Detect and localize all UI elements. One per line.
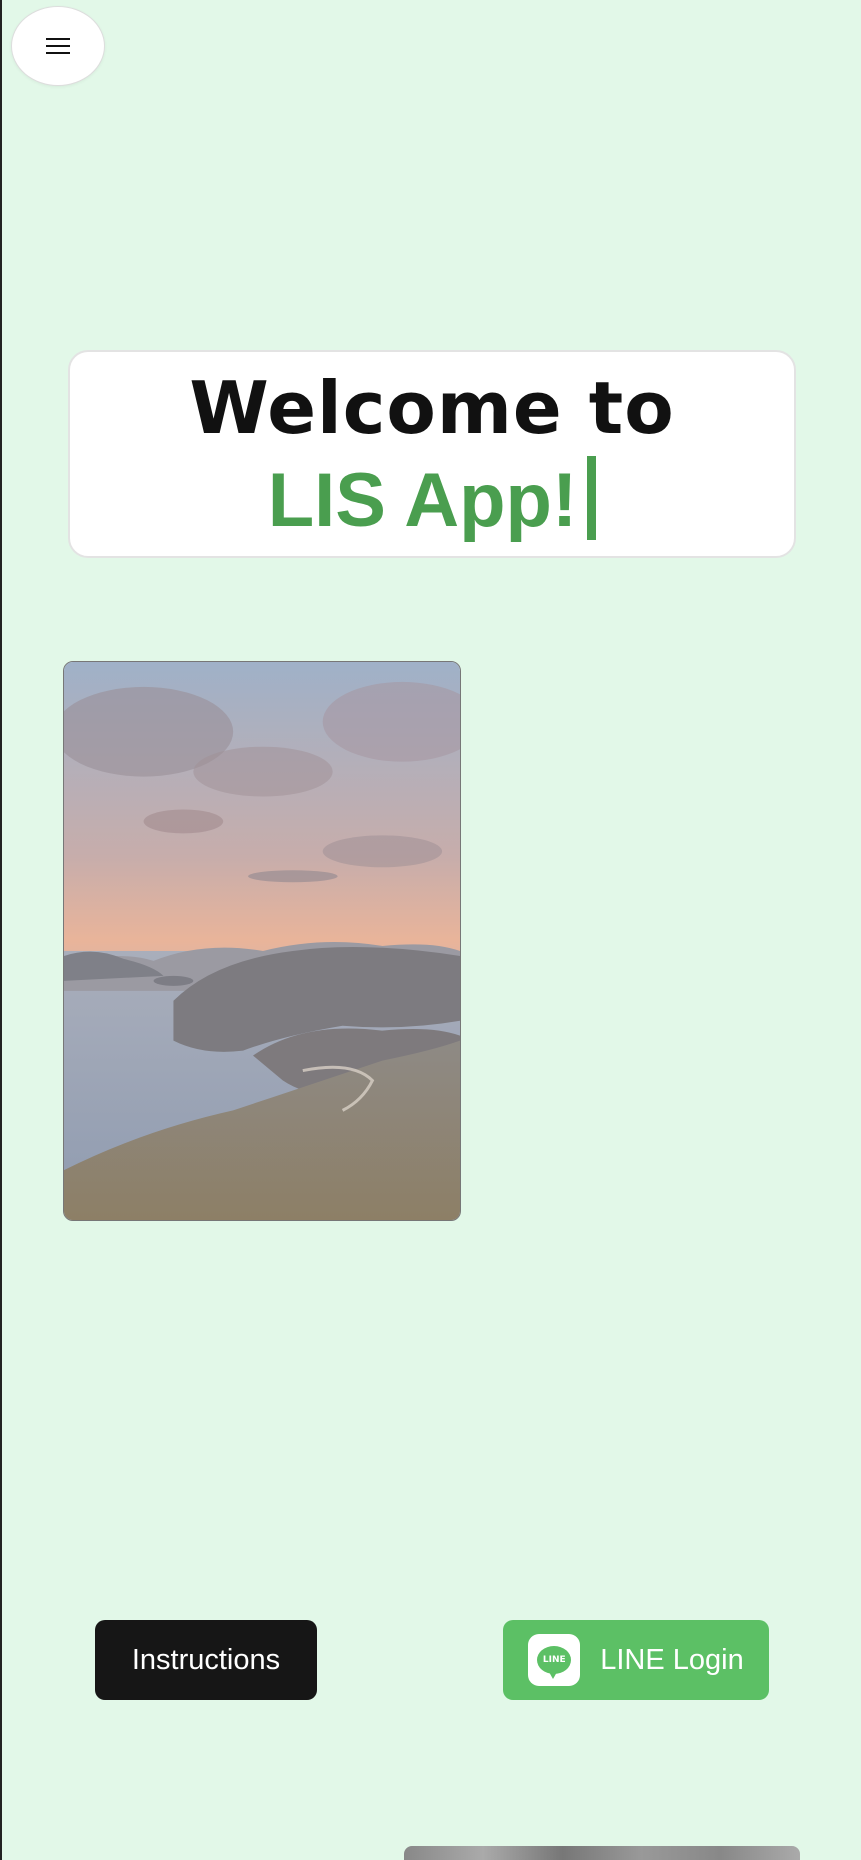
hamburger-icon bbox=[46, 38, 70, 54]
line-bubble-icon: LINE bbox=[537, 1646, 572, 1679]
app-name-heading: LIS App! bbox=[70, 456, 794, 544]
instructions-button[interactable]: Instructions bbox=[95, 1620, 317, 1700]
menu-button[interactable] bbox=[11, 6, 105, 86]
line-badge-text: LINE bbox=[542, 1655, 566, 1665]
left-border bbox=[0, 0, 2, 1860]
instructions-label: Instructions bbox=[131, 1643, 281, 1676]
bottom-image-peek bbox=[404, 1846, 800, 1860]
line-login-label: LINE Login bbox=[600, 1643, 744, 1676]
hero-image bbox=[63, 661, 461, 1221]
welcome-card: Welcome to LIS App! bbox=[68, 350, 796, 558]
line-logo-icon: LINE bbox=[528, 1634, 581, 1686]
app-name-text: LIS App! bbox=[267, 458, 578, 543]
welcome-heading: Welcome to bbox=[189, 366, 675, 450]
line-login-button[interactable]: LINE LINE Login bbox=[503, 1620, 769, 1700]
coastal-sunset-photo bbox=[64, 662, 460, 1220]
typing-cursor bbox=[587, 456, 597, 540]
